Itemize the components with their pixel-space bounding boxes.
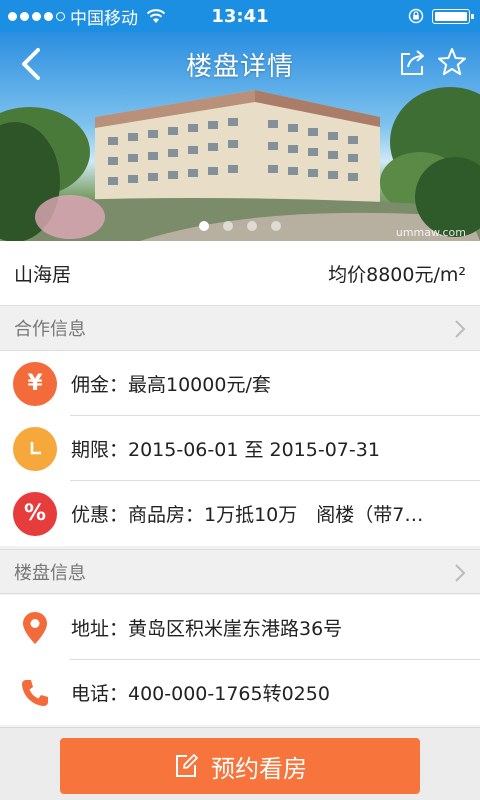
info-row-address[interactable]: 地址：黄岛区积米崖东港路36号 [0,595,480,660]
location-pin-icon [13,606,57,650]
info-row-discount[interactable]: % 优惠：商品房：1万抵10万 阁楼（带7… [0,481,480,546]
carousel-dot[interactable] [223,221,233,231]
phone-text: 电话：400-000-1765转0250 [71,683,330,705]
carousel-dot[interactable] [271,221,281,231]
book-viewing-label: 预约看房 [211,754,307,783]
property-summary: 山海居 均价8800元/m² [0,241,480,306]
book-viewing-button[interactable]: 预约看房 [60,738,420,794]
info-row-period: 期限：2015-06-01 至 2015-07-31 [0,416,480,481]
address-text: 地址：黄岛区积米崖东港路36号 [71,618,343,640]
bottom-action-bar: 预约看房 [0,727,480,800]
watermark: ummaw.com [395,226,466,239]
section-header-cooperation[interactable]: 合作信息 [0,306,480,351]
yuan-icon: ¥ [13,361,57,406]
discount-text: 优惠：商品房：1万抵10万 阁楼（带7… [71,504,424,526]
chevron-right-icon [455,564,466,582]
carousel-dot[interactable] [247,221,257,231]
average-price: 均价8800元/m² [328,263,466,286]
phone-icon [13,671,57,715]
chevron-right-icon [455,320,466,338]
property-photo-carousel[interactable]: 楼盘详情 ummaw.com [0,32,480,241]
info-row-phone[interactable]: 电话：400-000-1765转0250 [0,660,480,725]
info-row-commission: ¥ 佣金：最高10000元/套 [0,351,480,416]
percent-icon: % [13,491,57,536]
status-bar: 中国移动 13:41 [0,0,480,32]
share-icon[interactable] [398,48,428,78]
property-name: 山海居 [14,263,72,286]
section-header-building[interactable]: 楼盘信息 [0,549,480,594]
section-title: 楼盘信息 [14,562,86,584]
commission-text: 佣金：最高10000元/套 [71,374,271,396]
star-icon[interactable] [436,46,468,78]
carousel-dot[interactable] [199,221,209,231]
edit-icon [176,754,198,777]
section-title: 合作信息 [14,319,86,340]
rotation-lock-icon [408,8,424,24]
period-text: 期限：2015-06-01 至 2015-07-31 [71,439,380,461]
clock-icon [13,426,57,471]
battery-icon [432,9,474,24]
